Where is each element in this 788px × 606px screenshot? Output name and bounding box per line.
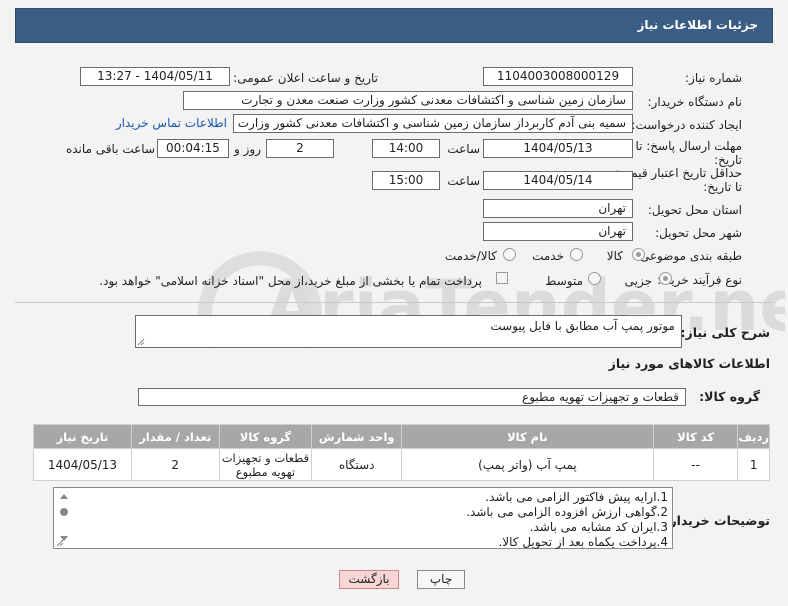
goods-group-field: قطعات و تجهیزات تهویه مطبوع	[138, 388, 686, 406]
resize-handle-icon[interactable]	[137, 338, 145, 346]
cell-name: پمپ آب (واتر پمپ)	[401, 448, 654, 481]
category-label: طبقه بندی موضوعی:	[635, 249, 742, 263]
contact-buyer-link[interactable]: اطلاعات تماس خریدار	[116, 116, 227, 130]
goods-group-label: گروه کالا:	[699, 389, 760, 404]
validity-time-label: ساعت	[447, 174, 480, 188]
items-table: ردیف کد کالا نام کالا واحد شمارش گروه کا…	[33, 424, 770, 481]
cell-group: قطعات و تجهیزات تهویه مطبوع	[218, 448, 313, 481]
buyer-org-label: نام دستگاه خریدار:	[647, 95, 743, 109]
process-radio-medium[interactable]	[588, 272, 601, 285]
section-divider	[15, 302, 773, 303]
col-header-quantity: تعداد / مقدار	[130, 424, 220, 449]
province-label: استان محل تحویل:	[647, 203, 742, 217]
buyer-note-line: 1.ارایه پیش فاکتور الزامی می باشد.	[485, 490, 668, 504]
col-header-unit: واحد شمارش	[311, 424, 403, 449]
process-option-minor: جزیی	[624, 274, 652, 288]
deadline-time-field: 14:00	[372, 139, 440, 158]
category-radio-goods-service[interactable]	[503, 248, 516, 261]
validity-date-field: 1404/05/14	[483, 171, 633, 190]
category-option-goods-service: کالا/خدمت	[444, 249, 497, 263]
validity-label-2: تا تاریخ:	[703, 180, 742, 194]
category-option-service: خدمت	[532, 249, 564, 263]
goods-section-title: اطلاعات کالاهای مورد نیاز	[608, 356, 770, 371]
announce-label: تاریخ و ساعت اعلان عمومی:	[233, 71, 378, 85]
category-radio-service[interactable]	[570, 248, 583, 261]
description-textarea[interactable]: موتور پمپ آب مطابق با فایل پیوست	[135, 315, 682, 348]
col-header-group: گروه کالا	[218, 424, 313, 449]
days-label: روز و	[234, 142, 261, 156]
buyer-note-line: 4.پرداخت یکماه بعد از تحویل کالا.	[498, 535, 668, 549]
scroll-thumb-icon	[60, 508, 68, 516]
creator-field: سمیه بنی آدم کاربرداز سازمان زمین شناسی …	[233, 114, 633, 133]
category-option-goods: کالا	[606, 249, 623, 263]
deadline-time-label: ساعت	[447, 142, 480, 156]
category-radio-goods[interactable]	[632, 248, 645, 261]
announce-field: 1404/05/11 - 13:27	[80, 67, 230, 86]
treasury-payment-checkbox[interactable]	[496, 272, 508, 284]
deadline-label: مهلت ارسال پاسخ: تا	[635, 139, 742, 153]
notes-scrollbar[interactable]	[56, 490, 72, 546]
buyer-notes-box[interactable]: 1.ارایه پیش فاکتور الزامی می باشد. 2.گوا…	[53, 487, 673, 549]
table-row[interactable]: 1 -- پمپ آب (واتر پمپ) دستگاه قطعات و تج…	[33, 448, 770, 481]
col-header-date: تاریخ نیاز	[33, 424, 132, 449]
process-radio-minor[interactable]	[659, 272, 672, 285]
buyer-note-line: 3.ایران کد مشابه می باشد.	[529, 520, 668, 534]
table-header-row: ردیف کد کالا نام کالا واحد شمارش گروه کا…	[33, 424, 770, 449]
city-field: تهران	[483, 222, 633, 241]
notes-resize-handle-icon[interactable]	[56, 539, 64, 547]
buyer-note-line: 2.گواهی ارزش افزوده الزامی می باشد.	[466, 505, 668, 519]
col-header-row: ردیف	[737, 424, 770, 449]
creator-label: ایجاد کننده درخواست:	[631, 118, 742, 132]
deadline-date-field: 1404/05/13	[483, 139, 633, 158]
cell-date: 1404/05/13	[33, 448, 132, 481]
scroll-up-icon	[60, 494, 68, 499]
cell-unit: دستگاه	[311, 448, 403, 481]
cell-code: --	[652, 448, 739, 481]
page-title: جزئیات اطلاعات نیاز	[637, 18, 758, 32]
description-label: شرح کلی نیاز:	[680, 325, 770, 340]
cell-row-number: 1	[737, 448, 770, 481]
province-field: تهران	[483, 199, 633, 218]
deadline-label-2: تاریخ:	[714, 153, 742, 167]
city-label: شهر محل تحویل:	[655, 226, 742, 240]
need-number-field: 1104003008000129	[483, 67, 633, 86]
col-header-code: کد کالا	[652, 424, 739, 449]
days-field: 2	[266, 139, 334, 158]
remaining-time-field: 00:04:15	[157, 139, 229, 158]
print-button[interactable]: چاپ	[417, 570, 465, 589]
treasury-payment-note: پرداخت تمام یا بخشی از مبلغ خرید،از محل …	[99, 274, 482, 288]
buyer-notes-lines: 1.ارایه پیش فاکتور الزامی می باشد. 2.گوا…	[466, 490, 668, 550]
validity-label: حداقل تاریخ اعتبار قیمت:	[615, 166, 742, 180]
need-number-label: شماره نیاز:	[685, 71, 742, 85]
page-header: جزئیات اطلاعات نیاز	[15, 8, 773, 43]
back-button[interactable]: بازگشت	[339, 570, 399, 589]
col-header-name: نام کالا	[401, 424, 654, 449]
process-option-medium: متوسط	[545, 274, 583, 288]
buyer-notes-label: توضیحات خریدار:	[664, 513, 770, 528]
cell-quantity: 2	[130, 448, 220, 481]
remaining-label: ساعت باقی مانده	[65, 142, 155, 156]
validity-time-field: 15:00	[372, 171, 440, 190]
buyer-org-field: سازمان زمین شناسی و اکتشافات معدنی کشور …	[183, 91, 633, 110]
